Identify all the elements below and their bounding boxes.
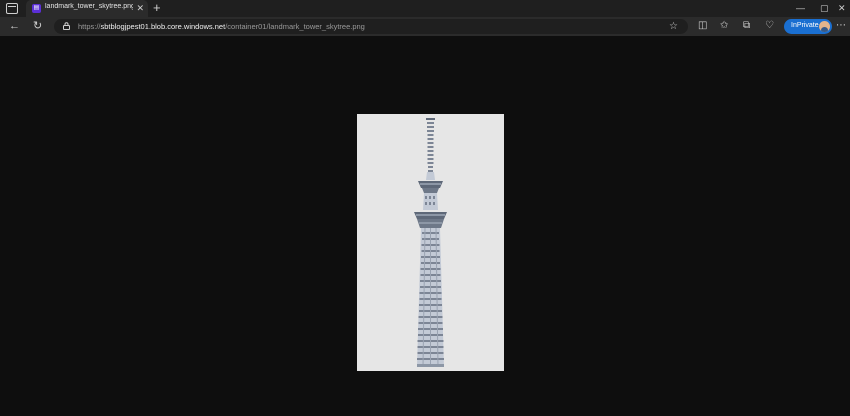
refresh-icon[interactable]: ↻ bbox=[33, 19, 42, 33]
url-path: /container01/landmark_tower_skytree.png bbox=[225, 22, 365, 31]
tab-title: landmark_tower_skytree.png (2 bbox=[45, 3, 133, 10]
new-tab-button[interactable]: + bbox=[153, 0, 161, 16]
title-bar: ▤ landmark_tower_skytree.png (2 ✕ + — ▢ … bbox=[0, 0, 850, 17]
address-bar[interactable]: https://sbtblogjpest01.blob.core.windows… bbox=[54, 19, 688, 34]
close-window-button[interactable]: ✕ bbox=[838, 1, 846, 15]
favorites-icon[interactable]: ✩ bbox=[720, 19, 728, 33]
collections-icon[interactable]: ⧉ bbox=[743, 19, 750, 33]
tab-active[interactable]: ▤ landmark_tower_skytree.png (2 ✕ bbox=[26, 0, 148, 17]
more-menu-icon[interactable]: ⋯ bbox=[836, 19, 846, 33]
lock-icon bbox=[63, 22, 70, 30]
tab-actions-icon[interactable] bbox=[6, 3, 18, 14]
antenna bbox=[426, 118, 435, 172]
url-scheme: https:// bbox=[78, 22, 101, 31]
skytree-illustration bbox=[414, 118, 447, 368]
favorite-star-icon[interactable]: ☆ bbox=[669, 19, 678, 34]
avatar bbox=[819, 21, 830, 32]
url-text[interactable]: https://sbtblogjpest01.blob.core.windows… bbox=[78, 22, 365, 31]
browser-toolbar: ← ↻ https://sbtblogjpest01.blob.core.win… bbox=[0, 17, 850, 36]
minimize-button[interactable]: — bbox=[796, 1, 805, 15]
inprivate-button[interactable]: InPrivate bbox=[784, 19, 832, 34]
inprivate-label: InPrivate bbox=[791, 22, 819, 29]
skytree-image bbox=[357, 114, 504, 371]
url-host: sbtblogjpest01.blob.core.windows.net bbox=[100, 22, 226, 31]
browser-essentials-icon[interactable]: ♡ bbox=[765, 19, 774, 33]
image-favicon-icon: ▤ bbox=[32, 4, 41, 13]
tab-close-icon[interactable]: ✕ bbox=[136, 2, 144, 14]
maximize-button[interactable]: ▢ bbox=[820, 1, 829, 15]
back-arrow-icon[interactable]: ← bbox=[9, 19, 20, 33]
split-screen-icon[interactable]: ◫ bbox=[698, 19, 707, 33]
